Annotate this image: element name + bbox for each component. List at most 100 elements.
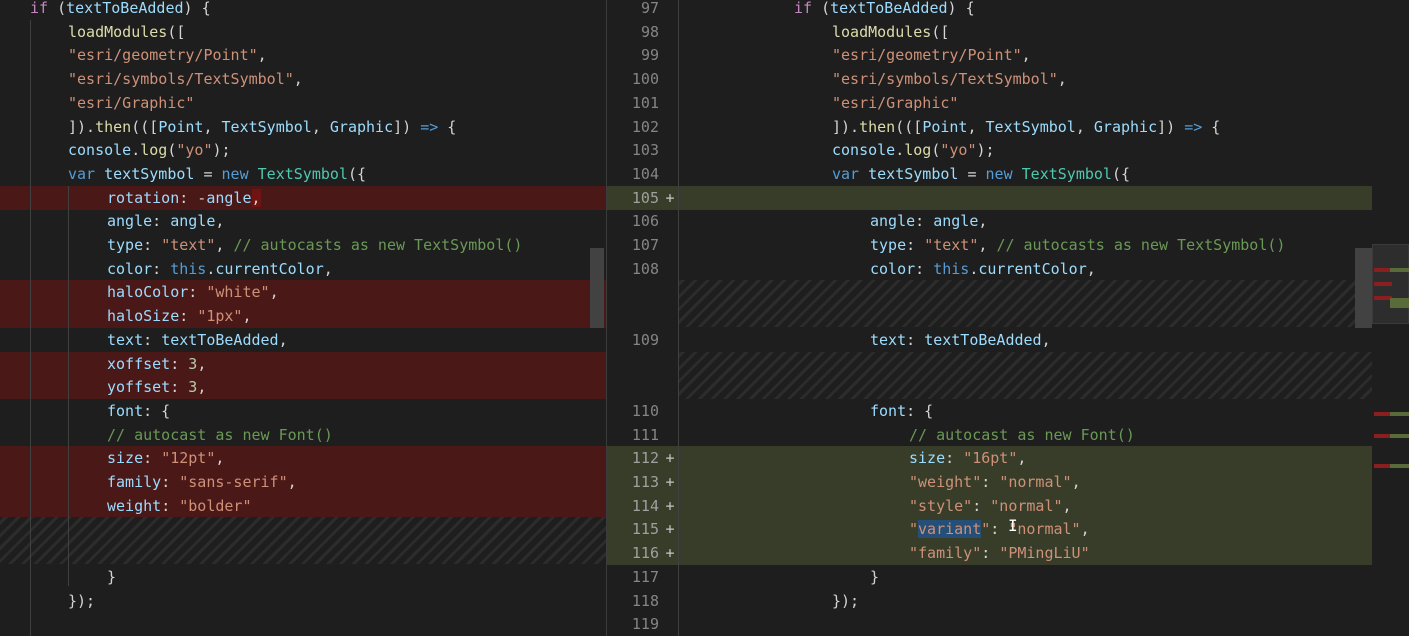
code-text: type: "text", // autocasts as new TextSy…: [870, 233, 1285, 257]
removed-line[interactable]: xoffset: 3,: [0, 352, 606, 376]
code-line[interactable]: "esri/geometry/Point",: [0, 43, 606, 67]
code-line[interactable]: 98 loadModules([: [607, 20, 1372, 44]
code-line[interactable]: ]).then(([Point, TextSymbol, Graphic]) =…: [0, 115, 606, 139]
code-line[interactable]: });: [0, 589, 606, 613]
code-line[interactable]: loadModules([: [0, 20, 606, 44]
diff-filler: [678, 280, 1372, 327]
code-text: // autocast as new Font(): [107, 423, 333, 447]
code-token: ,: [215, 236, 234, 254]
added-line[interactable]: 105 +: [607, 186, 1372, 210]
code-line[interactable]: color: this.currentColor,: [0, 257, 606, 281]
line-number: 109: [631, 331, 659, 349]
added-line[interactable]: 112 + size: "16pt",: [607, 446, 1372, 470]
code-token: "sans-serif": [179, 473, 288, 491]
code-line[interactable]: "esri/Graphic": [0, 91, 606, 115]
original-pane[interactable]: if (textToBeAdded) {loadModules(["esri/g…: [0, 0, 606, 636]
code-line[interactable]: text: textToBeAdded,: [0, 328, 606, 352]
code-line[interactable]: type: "text", // autocasts as new TextSy…: [0, 233, 606, 257]
code-line[interactable]: 108 color: this.currentColor,: [607, 257, 1372, 281]
code-token: "16pt": [963, 449, 1018, 467]
code-token: ,: [1057, 70, 1067, 88]
line-number: 111: [631, 426, 659, 444]
code-line[interactable]: 118});: [607, 589, 1372, 613]
code-token: text: [107, 331, 144, 349]
code-token: font: [107, 402, 144, 420]
code-token: Point: [922, 118, 968, 136]
code-token: angle: [206, 189, 252, 207]
code-token: ,: [1071, 473, 1081, 491]
original-scrollbar-thumb[interactable]: [590, 248, 604, 328]
code-text: yoffset: 3,: [107, 375, 206, 399]
code-token: "esri/Graphic": [68, 94, 195, 112]
added-line[interactable]: 113 + "weight": "normal",: [607, 470, 1372, 494]
code-token: "1px": [197, 307, 243, 325]
removed-line[interactable]: size: "12pt",: [0, 446, 606, 470]
code-line[interactable]: 103 console.log("yo");: [607, 138, 1372, 162]
code-token: // autocasts as new TextSymbol(): [996, 236, 1286, 254]
code-token: ]): [1157, 118, 1185, 136]
code-token: this: [933, 260, 970, 278]
code-token: ": [981, 520, 991, 538]
code-line[interactable]: 117}: [607, 565, 1372, 589]
removed-line[interactable]: weight: "bolder": [0, 494, 606, 518]
code-line[interactable]: 102]).then(([Point, TextSymbol, Graphic]…: [607, 115, 1372, 139]
code-line[interactable]: if (textToBeAdded) {: [0, 0, 606, 20]
code-text: }: [107, 565, 116, 589]
added-line[interactable]: 114 + "style": "normal",: [607, 494, 1372, 518]
code-line[interactable]: 97 if (textToBeAdded) {: [607, 0, 1372, 20]
diff-editor[interactable]: if (textToBeAdded) {loadModules(["esri/g…: [0, 0, 1409, 636]
code-token: (([: [131, 118, 159, 136]
code-line[interactable]: // autocast as new Font(): [0, 423, 606, 447]
code-line[interactable]: 107 type: "text", // autocasts as new Tex…: [607, 233, 1372, 257]
line-number: 115: [631, 520, 659, 538]
code-line[interactable]: }: [0, 565, 606, 589]
added-line[interactable]: 116 + "family": "PMingLiU": [607, 541, 1372, 565]
line-number: 100: [631, 70, 659, 88]
code-token: "esri/geometry/Point": [832, 46, 1022, 64]
code-line[interactable]: var textSymbol = new TextSymbol({: [0, 162, 606, 186]
code-token: :: [990, 520, 1009, 538]
modified-pane[interactable]: 97 if (textToBeAdded) {98 loadModules([99 "…: [607, 0, 1372, 636]
removed-line[interactable]: yoffset: 3,: [0, 375, 606, 399]
removed-line[interactable]: haloSize: "1px",: [0, 304, 606, 328]
code-text: "esri/symbols/TextSymbol",: [68, 67, 303, 91]
code-line[interactable]: 100 "esri/symbols/TextSymbol",: [607, 67, 1372, 91]
code-token: font: [870, 402, 907, 420]
code-line[interactable]: 101 "esri/Graphic": [607, 91, 1372, 115]
code-text: console.log("yo");: [832, 138, 995, 162]
diff-filler: [0, 517, 606, 564]
code-line[interactable]: 110 font: {: [607, 399, 1372, 423]
code-line[interactable]: "esri/symbols/TextSymbol",: [0, 67, 606, 91]
code-token: =>: [1184, 118, 1203, 136]
added-line[interactable]: 115 + "variant": "normal",: [607, 517, 1372, 541]
code-line[interactable]: 111 // autocast as new Font(): [607, 423, 1372, 447]
code-token: color: [107, 260, 153, 278]
code-line[interactable]: 106 angle: angle,: [607, 209, 1372, 233]
code-token: :: [906, 331, 925, 349]
code-token: "normal": [999, 473, 1072, 491]
removed-line[interactable]: haloColor: "white",: [0, 280, 606, 304]
removed-line[interactable]: family: "sans-serif",: [0, 470, 606, 494]
code-token: ,: [1075, 118, 1094, 136]
code-token: 3: [188, 378, 198, 396]
line-number: 112: [631, 449, 659, 467]
code-token: :: [179, 307, 198, 325]
code-token: Graphic: [329, 118, 394, 136]
code-token: this: [170, 260, 207, 278]
code-token: var: [68, 165, 96, 183]
code-line[interactable]: console.log("yo");: [0, 138, 606, 162]
modified-scrollbar-thumb[interactable]: [1355, 248, 1372, 328]
code-line[interactable]: angle: angle,: [0, 209, 606, 233]
removed-line[interactable]: rotation: -angle,: [0, 186, 606, 210]
code-line[interactable]: 104 var textSymbol = new TextSymbol({: [607, 162, 1372, 186]
code-line[interactable]: font: {: [0, 399, 606, 423]
code-token: );: [212, 141, 231, 159]
code-text: "family": "PMingLiU": [909, 541, 1090, 565]
code-line[interactable]: 109 text: textToBeAdded,: [607, 328, 1372, 352]
code-token: :: [143, 331, 162, 349]
code-token: then: [859, 118, 896, 136]
code-line[interactable]: 119: [607, 612, 1372, 636]
code-line[interactable]: 99 "esri/geometry/Point",: [607, 43, 1372, 67]
code-token: ({: [347, 165, 367, 183]
